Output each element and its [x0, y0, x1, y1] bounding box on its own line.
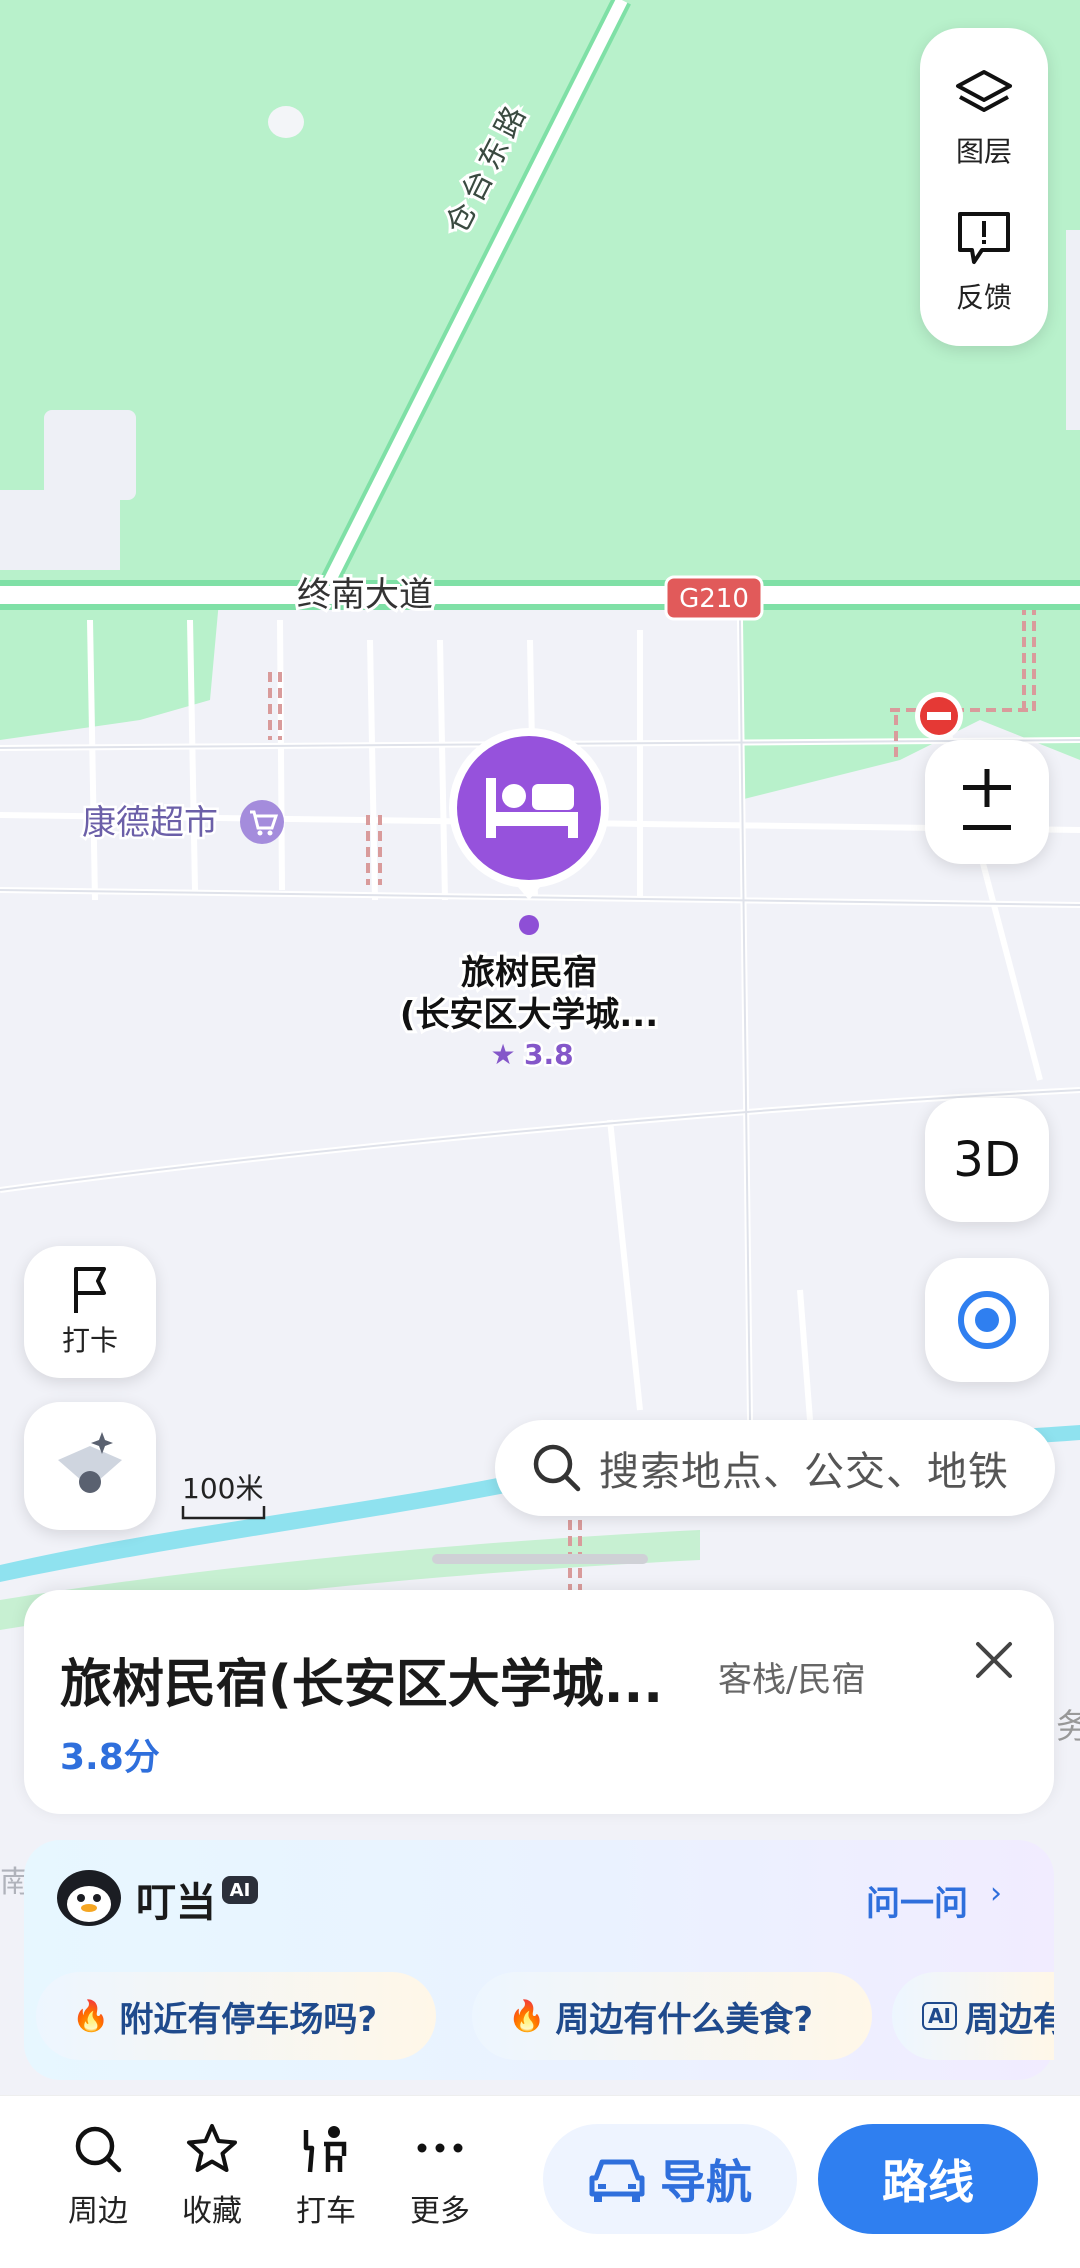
ai-badge: AI — [222, 1876, 258, 1904]
sparkle-compass-icon — [58, 1432, 122, 1493]
road-label-zhongnan: 终南大道 — [297, 575, 433, 615]
flag-icon — [74, 1267, 106, 1313]
hail-person-icon — [303, 2126, 347, 2173]
ai-chip-label: 附近有停车场吗? — [119, 1999, 378, 2040]
fire-icon: 🔥 — [72, 1998, 110, 2034]
bottom-bar: 周边 收藏 打车 更多 导航 路线 — [0, 2095, 1080, 2268]
3d-button[interactable]: 3D — [925, 1098, 1049, 1222]
chevron-right-icon[interactable]: › — [990, 1876, 1002, 1911]
ai-assistant-card: 叮当 AI 问一问 › 🔥 附近有停车场吗? 🔥 周边有什么美食? AI 周边有 — [24, 1840, 1054, 2080]
layers-icon — [956, 70, 1012, 112]
ai-explore-button[interactable] — [24, 1402, 156, 1530]
place-title: 旅树民宿(长安区大学城... — [60, 1655, 664, 1715]
tab-label: 收藏 — [182, 2194, 242, 2229]
green-area-north — [0, 0, 1080, 590]
locate-button[interactable] — [925, 1258, 1049, 1382]
hotel-rating-marker: ★ 3.8 — [490, 1036, 576, 1074]
tab-favorites[interactable]: 收藏 — [162, 2122, 262, 2230]
feedback-icon — [958, 212, 1010, 264]
ai-chip-parking[interactable]: 🔥 附近有停车场吗? — [36, 1972, 436, 2060]
edge-label: 务 — [1056, 1707, 1080, 1747]
svg-text:3.8: 3.8 — [524, 1038, 574, 1071]
checkin-label: 打卡 — [61, 1324, 118, 1357]
car-icon — [589, 2159, 645, 2202]
feedback-button[interactable]: 反馈 — [920, 208, 1048, 316]
cart-icon[interactable] — [240, 800, 284, 844]
search-bar[interactable]: 搜索地点、公交、地铁 — [495, 1420, 1055, 1516]
hotel-marker-name-2: (长安区大学城... — [400, 995, 658, 1035]
tab-label: 打车 — [296, 2194, 356, 2229]
place-category: 客栈/民宿 — [718, 1660, 866, 1700]
more-dots-icon — [417, 2143, 463, 2153]
location-target-icon — [958, 1291, 1016, 1349]
tab-nearby[interactable]: 周边 — [48, 2122, 148, 2230]
layers-button[interactable]: 图层 — [920, 66, 1048, 170]
ai-chip-nearby[interactable]: AI 周边有 — [892, 1972, 1054, 2060]
ai-chip-label: 周边有 — [964, 1999, 1054, 2040]
checkin-button[interactable]: 打卡 — [24, 1246, 156, 1378]
search-icon — [533, 1444, 581, 1492]
place-rating: 3.8分 — [60, 1737, 160, 1778]
search-placeholder: 搜索地点、公交、地铁 — [599, 1449, 1009, 1495]
ai-chip-label: 周边有什么美食? — [555, 1999, 814, 2040]
ask-link[interactable]: 问一问 — [866, 1876, 968, 1925]
ai-name: 叮当 — [136, 1880, 216, 1926]
place-card[interactable]: 旅树民宿(长安区大学城... 客栈/民宿 3.8分 — [24, 1590, 1054, 1814]
drag-handle[interactable] — [432, 1554, 648, 1564]
search-icon — [75, 2126, 122, 2173]
tab-taxi[interactable]: 打车 — [276, 2122, 376, 2230]
route-button[interactable]: 路线 — [818, 2124, 1038, 2234]
poi-label-supermarket[interactable]: 康德超市 — [80, 801, 221, 846]
zoom-in-button[interactable] — [925, 740, 1049, 864]
star-icon: ★ — [490, 1038, 515, 1071]
tab-label: 周边 — [68, 2194, 128, 2229]
hotel-marker-name-1: 旅树民宿 — [461, 953, 597, 993]
close-icon[interactable] — [964, 1630, 1024, 1690]
ai-small-icon: AI — [922, 2002, 957, 2030]
feedback-label: 反馈 — [955, 281, 1012, 314]
plus-minus-icon — [963, 769, 1011, 830]
no-entry-icon — [915, 692, 963, 740]
highway-shield-g210: G210 — [664, 575, 764, 621]
penguin-avatar-icon — [57, 1870, 121, 1926]
map-tools-panel: 图层 反馈 — [920, 28, 1048, 346]
tab-more[interactable]: 更多 — [390, 2122, 490, 2230]
svg-text:100米: 100米 — [182, 1472, 263, 1505]
layers-label: 图层 — [955, 135, 1012, 168]
star-icon — [187, 2124, 237, 2172]
tab-label: 更多 — [410, 2194, 470, 2229]
navigate-label: 导航 — [660, 2155, 752, 2209]
navigate-button[interactable]: 导航 — [543, 2124, 797, 2234]
ai-chip-food[interactable]: 🔥 周边有什么美食? — [472, 1972, 872, 2060]
fire-icon: 🔥 — [508, 1998, 546, 2034]
svg-text:G210: G210 — [679, 584, 749, 614]
